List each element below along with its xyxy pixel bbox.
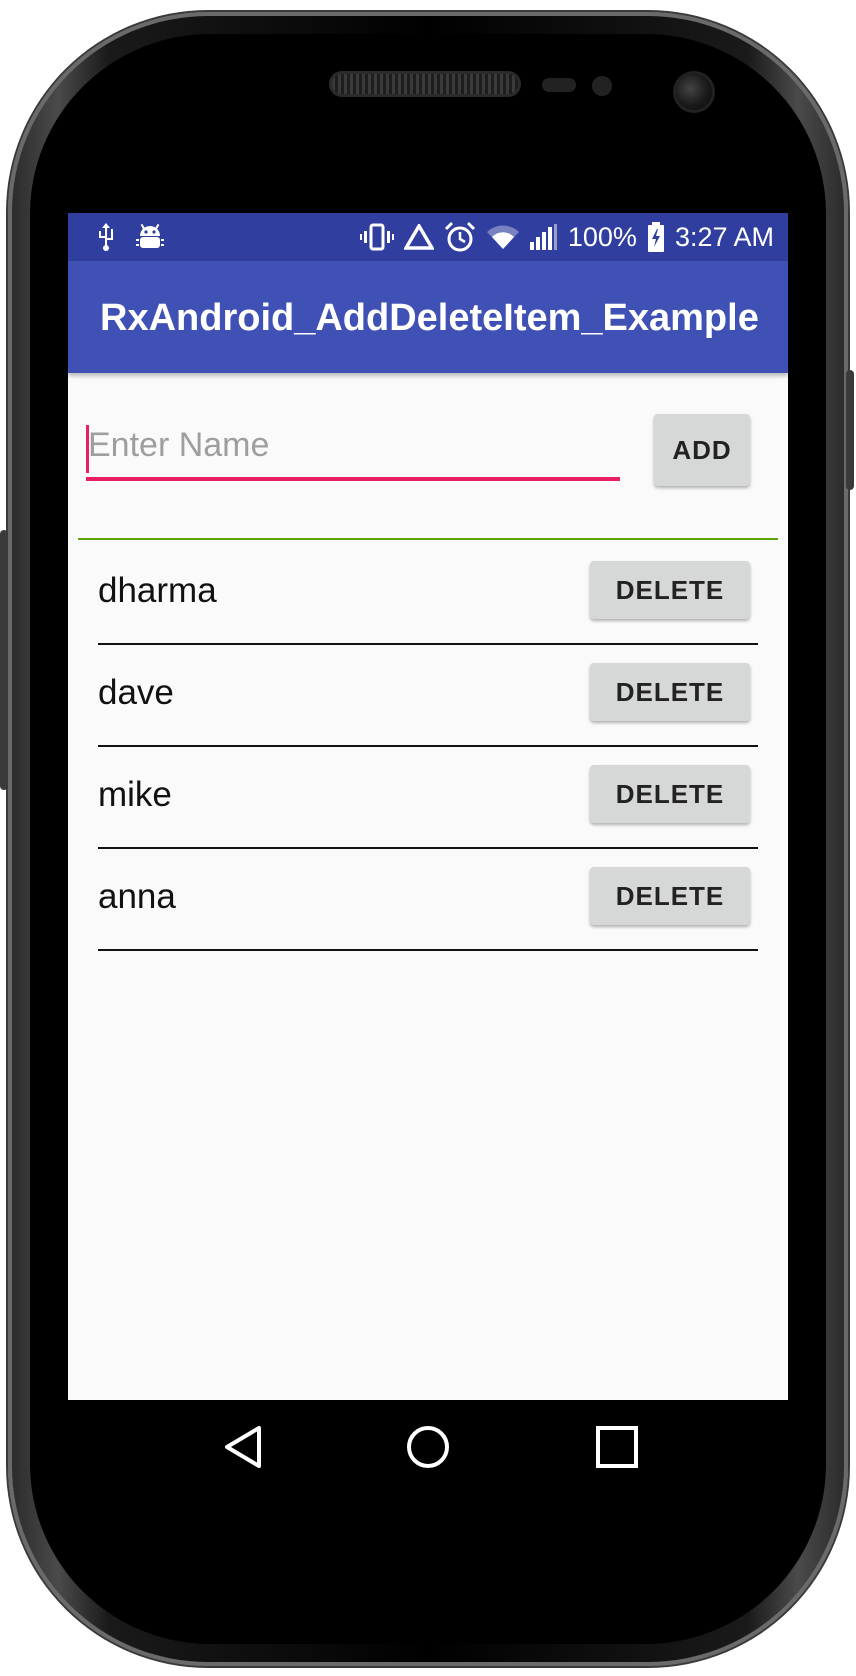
volume-button bbox=[0, 530, 8, 790]
light-sensor bbox=[592, 76, 612, 96]
vibrate-icon bbox=[359, 222, 394, 252]
battery-percent: 100% bbox=[567, 221, 637, 252]
add-button[interactable]: ADD bbox=[654, 414, 750, 486]
list-item: dharma DELETE bbox=[98, 543, 758, 645]
home-icon[interactable] bbox=[401, 1420, 455, 1474]
front-camera bbox=[676, 74, 712, 110]
back-icon[interactable] bbox=[216, 1420, 270, 1474]
list-item: anna DELETE bbox=[98, 849, 758, 951]
network-triangle-icon bbox=[403, 224, 434, 250]
delete-button[interactable]: DELETE bbox=[590, 867, 750, 925]
earpiece-speaker bbox=[332, 74, 518, 94]
delete-button[interactable]: DELETE bbox=[590, 561, 750, 619]
item-name: dave bbox=[98, 673, 174, 712]
delete-button[interactable]: DELETE bbox=[590, 663, 750, 721]
proximity-sensor bbox=[542, 78, 576, 92]
list-item: dave DELETE bbox=[98, 645, 758, 747]
app-bar: RxAndroid_AddDeleteItem_Example bbox=[68, 261, 788, 373]
wifi-icon bbox=[486, 224, 520, 250]
item-name: anna bbox=[98, 877, 176, 916]
name-input[interactable] bbox=[86, 413, 620, 481]
list-item: mike DELETE bbox=[98, 747, 758, 849]
name-input-wrapper bbox=[86, 413, 620, 481]
navigation-bar bbox=[68, 1400, 788, 1494]
power-button bbox=[846, 370, 854, 490]
item-list: dharma DELETE dave DELETE mike DELETE an… bbox=[98, 543, 758, 951]
battery-charging-icon bbox=[647, 222, 665, 252]
status-left-icons bbox=[96, 223, 164, 251]
screen: 100% 3:27 AM RxAndroid_AddDeleteItem_Exa… bbox=[68, 213, 788, 1400]
list-divider bbox=[78, 538, 778, 540]
item-name: dharma bbox=[98, 571, 217, 610]
recents-icon[interactable] bbox=[590, 1420, 644, 1474]
status-bar: 100% 3:27 AM bbox=[68, 213, 788, 261]
text-cursor bbox=[86, 425, 89, 473]
app-title: RxAndroid_AddDeleteItem_Example bbox=[100, 297, 759, 339]
usb-icon bbox=[96, 223, 116, 251]
item-name: mike bbox=[98, 775, 172, 814]
cell-signal-icon bbox=[529, 224, 558, 250]
alarm-icon bbox=[444, 221, 476, 253]
status-time: 3:27 AM bbox=[674, 221, 774, 252]
delete-button[interactable]: DELETE bbox=[590, 765, 750, 823]
status-right-icons: 100% 3:27 AM bbox=[359, 221, 774, 253]
android-debug-icon bbox=[136, 223, 164, 251]
